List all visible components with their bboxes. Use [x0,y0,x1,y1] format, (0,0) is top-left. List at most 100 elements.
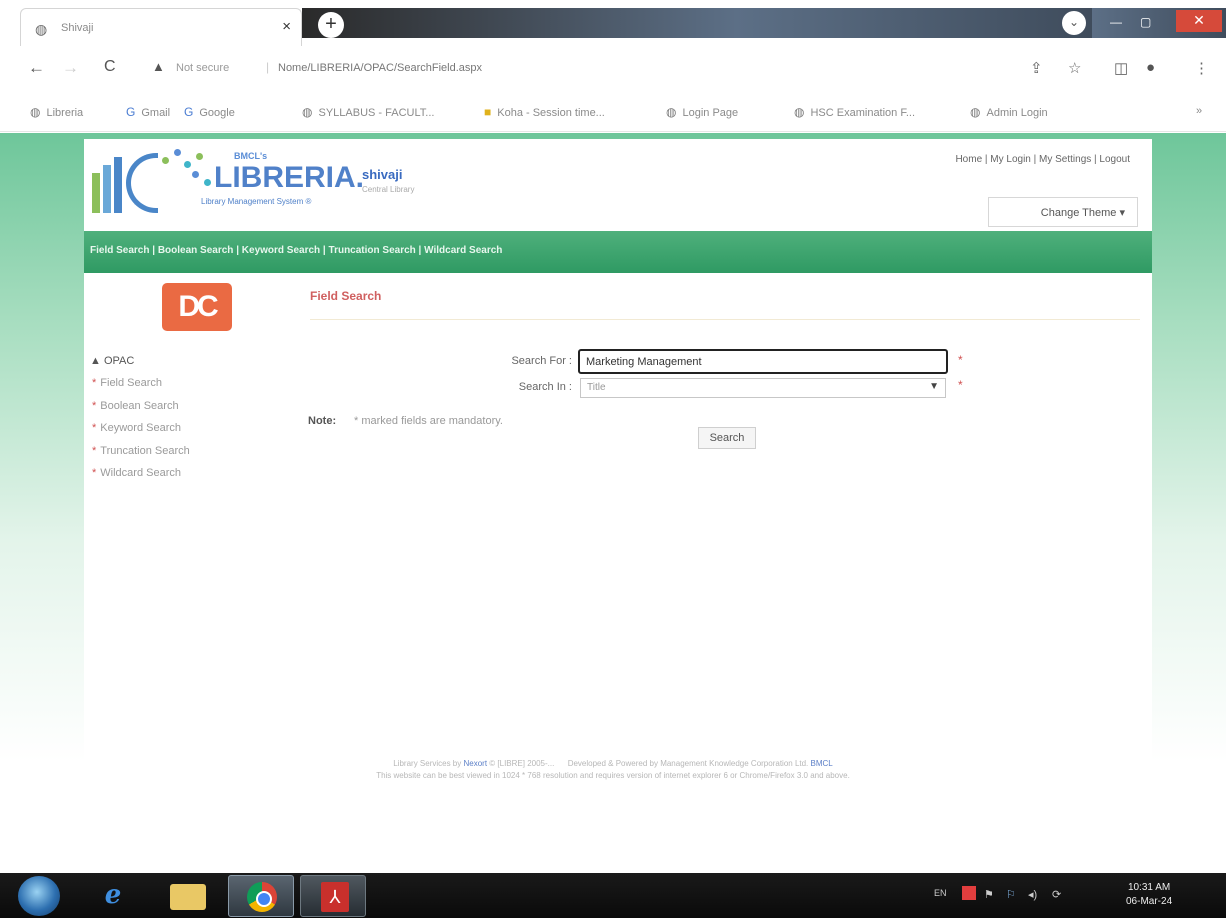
sidebar-item-field-search[interactable]: * Field Search [92,377,162,389]
security-warning-icon[interactable]: ▲ [152,59,165,74]
google-icon: G [126,105,136,119]
pdf-reader-icon[interactable]: ⅄ [300,875,366,917]
sidebar-item-keyword-search[interactable]: * Keyword Search [92,422,181,434]
brand-owner: BMCL's [234,151,268,161]
search-for-label: Search For : [511,355,572,367]
koha-icon: ■ [484,105,492,119]
google-icon: G [184,105,194,119]
menu-separator: | [233,245,242,256]
title-divider [310,319,1140,320]
page-title: Field Search [310,289,382,303]
libreria-books-logo-icon [92,149,160,213]
note-text: * marked fields are mandatory. [354,415,503,427]
bookmark-google[interactable]: G Google [184,105,235,119]
tabstrip-background [302,8,1092,38]
star-icon[interactable]: ☆ [1068,59,1081,77]
sidebar-tree-root[interactable]: ▲ OPAC [90,355,134,367]
menu-field-search[interactable]: Field Search [90,245,149,256]
language-indicator[interactable]: EN [934,888,947,898]
sidebar: DC ▲ OPAC * Field Search * Boolean Search … [84,273,306,769]
required-marker: * [958,353,963,367]
institution-name: shivaji [362,167,403,182]
bookmarks-overflow-icon[interactable]: » [1196,105,1202,117]
clock-date: 06-Mar-24 [1126,896,1173,907]
network-icon[interactable]: ⚐ [1006,888,1016,901]
globe-icon: ◍ [35,21,48,37]
bookmark-gmail[interactable]: G Gmail [126,105,170,119]
search-menu: Field Search | Boolean Search | Keyword … [90,245,502,256]
chevron-down-icon: ▼ [929,381,939,392]
forward-icon[interactable]: → [62,58,79,78]
reload-icon[interactable]: C [104,58,116,76]
clock-time: 10:31 AM [1127,882,1171,893]
minimize-button[interactable]: — [1110,15,1122,29]
chrome-icon[interactable] [228,875,294,917]
volume-icon[interactable]: ◂) [1028,888,1037,901]
globe-icon: ◍ [794,105,805,119]
profile-icon[interactable]: ● [1146,59,1155,76]
file-explorer-icon[interactable] [160,875,216,917]
sidebar-item-wildcard-search[interactable]: * Wildcard Search [92,467,181,479]
menu-wildcard-search[interactable]: Wildcard Search [424,245,502,256]
bookmark-libreria[interactable]: ◍ Libreria [30,105,83,119]
note-label: Note: [308,415,337,427]
back-icon[interactable]: ← [28,58,45,78]
bookmark-admin-login[interactable]: ◍ Admin Login [970,105,1048,119]
not-secure-label[interactable]: Not secure [176,62,229,74]
bookmark-syllabus[interactable]: ◍ SYLLABUS - FACULT... [302,105,434,119]
new-tab-button[interactable]: + [318,12,344,38]
brand-tagline: Library Management System ® [201,197,312,206]
search-in-label: Search In : [518,381,572,393]
globe-icon: ◍ [666,105,677,119]
search-button[interactable]: Search [698,427,756,449]
footer-line-2: This website can be best viewed in 1024 … [376,771,850,780]
sidepanel-icon[interactable]: ◫ [1114,59,1128,77]
url-input[interactable]: Nome/LIBRERIA/OPAC/SearchField.aspx [278,62,482,74]
dc-logo-icon: DC [162,283,232,331]
maximize-button[interactable]: ▢ [1140,15,1151,29]
sync-icon[interactable]: ⟳ [1052,888,1061,901]
menu-keyword-search[interactable]: Keyword Search [242,245,320,256]
tab-close-icon[interactable]: × [282,18,291,35]
menu-separator: | [149,245,158,256]
menu-icon[interactable]: ⋮ [1194,59,1209,77]
menu-boolean-search[interactable]: Boolean Search [158,245,234,256]
footer-developer-link[interactable]: BMCL [811,759,833,768]
share-icon[interactable]: ⇪ [1030,59,1043,77]
search-in-select[interactable]: Title ▼ [580,378,946,398]
system-clock[interactable]: 10:31 AM 06-Mar-24 [1126,881,1172,909]
sidebar-item-truncation-search[interactable]: * Truncation Search [92,445,190,457]
globe-icon: ◍ [302,105,313,119]
bookmark-hsc-examination[interactable]: ◍ HSC Examination F... [794,105,915,119]
browser-tab[interactable]: ◍ Shivaji × [20,8,302,46]
windows-start-icon[interactable] [18,876,60,916]
window-controls: ⌄ — ▢ ✕ [1062,8,1226,38]
globe-icon: ◍ [30,105,41,119]
url-divider: | [266,60,270,74]
globe-icon: ◍ [970,105,981,119]
bookmark-login-page[interactable]: ◍ Login Page [666,105,738,119]
footer-nexort-link[interactable]: Nexort [464,759,488,768]
page-container: BMCL's LIBRERIA. Library Management Syst… [84,139,1152,769]
search-menubar: Field Search | Boolean Search | Keyword … [84,231,1152,273]
flag-icon[interactable]: ⚑ [984,888,994,901]
internet-explorer-icon[interactable]: e [90,875,136,917]
search-in-selected: Title [587,382,606,393]
account-links[interactable]: Home | My Login | My Settings | Logout [955,154,1130,165]
change-theme-button[interactable]: Change Theme ▾ [988,197,1138,227]
page-background: BMCL's LIBRERIA. Library Management Syst… [0,133,1226,873]
sidebar-item-boolean-search[interactable]: * Boolean Search [92,400,179,412]
page-footer: Library Services by Nexort © [LIBRE] 200… [0,758,1226,782]
bookmark-koha[interactable]: ■ Koha - Session time... [484,105,605,119]
tab-search-icon[interactable]: ⌄ [1062,11,1086,35]
menu-separator: | [320,245,329,256]
taskbar: e ⅄ EN ⚑ ⚐ ◂) ⟳ 10:31 AM 06-Mar-24 [0,873,1226,918]
menu-truncation-search[interactable]: Truncation Search [329,245,416,256]
security-tray-icon[interactable] [962,886,976,900]
institution-subtitle: Central Library [362,185,415,194]
browser-tabstrip: ◍ Shivaji × + ⌄ — ▢ ✕ [0,0,1226,46]
search-for-input[interactable] [578,349,948,374]
collapse-triangle-icon: ▲ [90,355,101,367]
close-window-button[interactable]: ✕ [1176,10,1222,32]
site-header: BMCL's LIBRERIA. Library Management Syst… [84,139,1152,231]
